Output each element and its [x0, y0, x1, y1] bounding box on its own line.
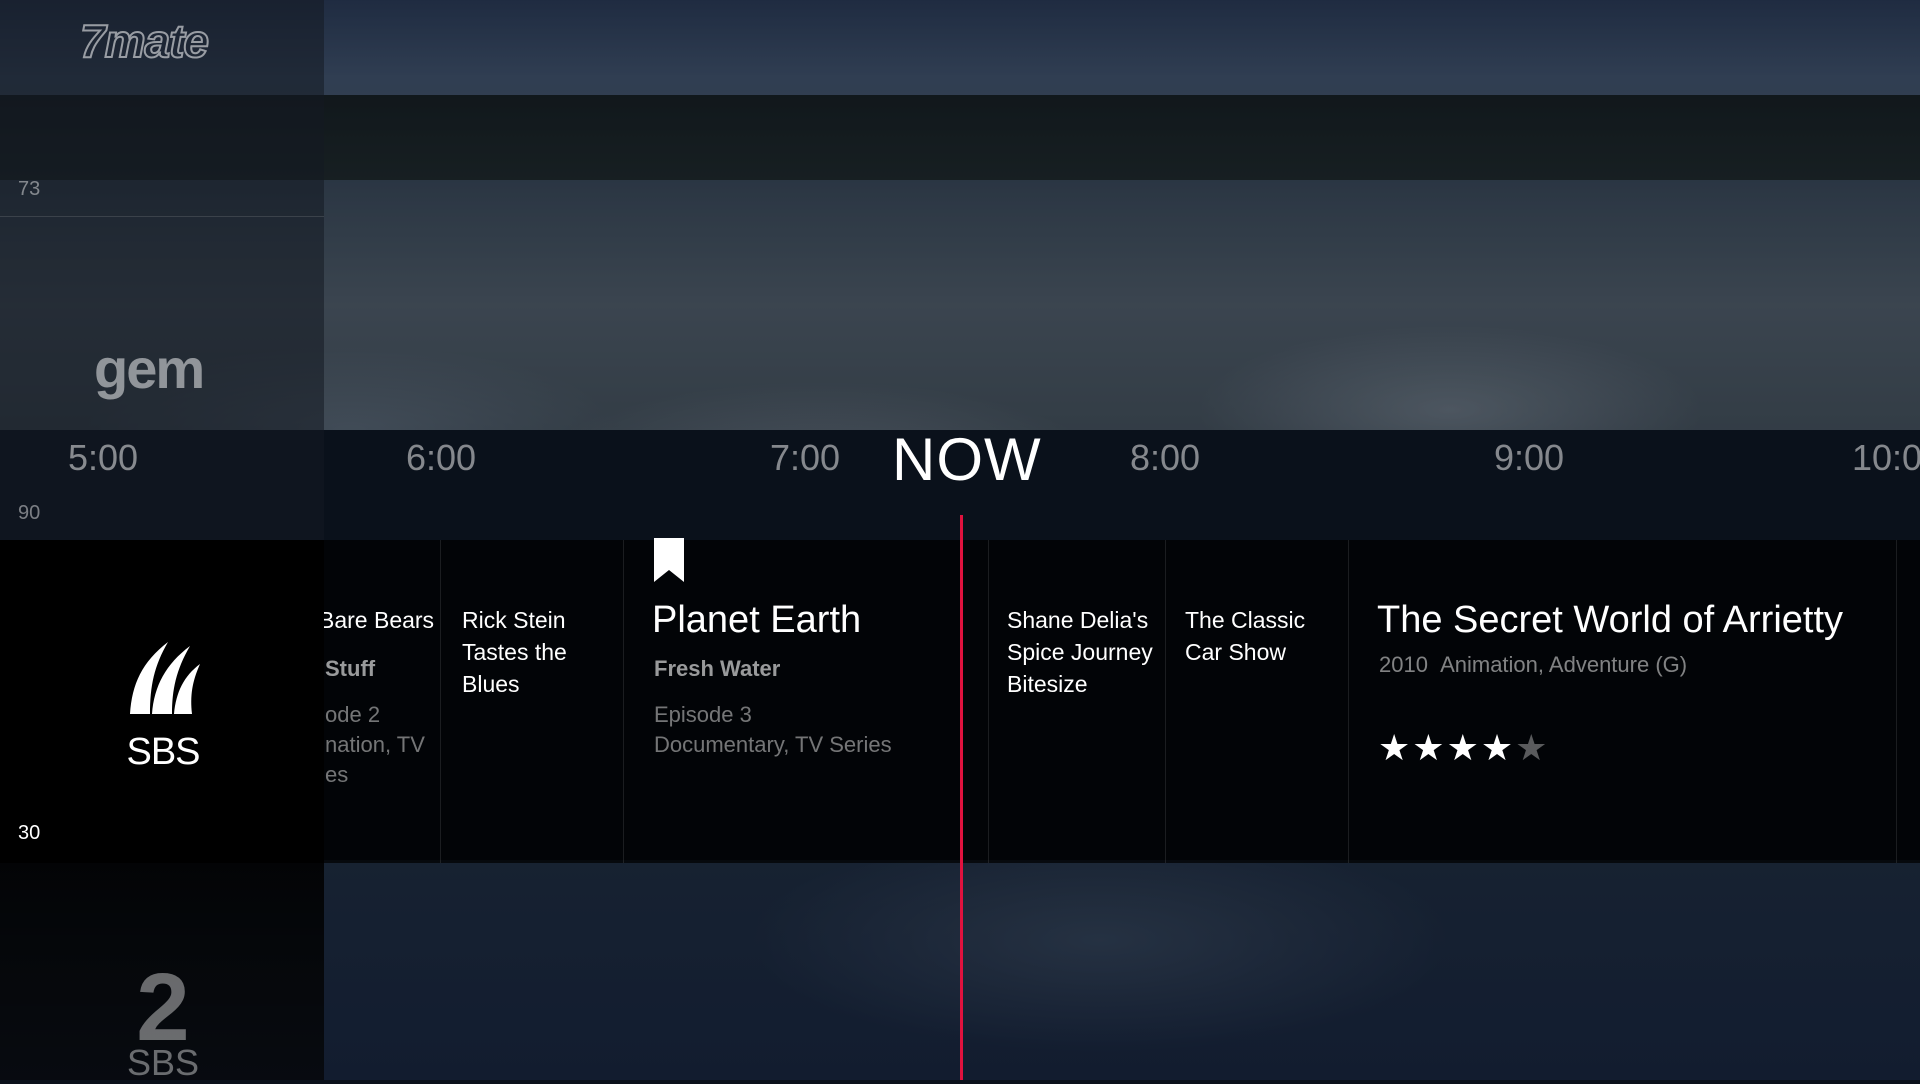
program-meta: ode 2 nation, TV es — [325, 702, 425, 787]
time-label: 8:00 — [1130, 437, 1201, 478]
program-cell-featured[interactable]: Planet Earth Fresh Water Episode 3 Docum… — [623, 540, 989, 863]
program-title: The Secret World of Arrietty — [1377, 599, 1844, 641]
star-icon: ★ — [1446, 727, 1481, 768]
program-genre: Animation, Adventure (G) — [1440, 652, 1688, 677]
channel-cell-current[interactable]: SBS 30 — [0, 540, 324, 863]
channel-logo-sbs: SBS — [120, 634, 206, 774]
program-year: 2010 — [1379, 652, 1428, 677]
program-cell[interactable]: Shane Delia's Spice Journey Bitesize — [988, 540, 1166, 863]
program-episode: Episode 3 — [654, 702, 752, 727]
program-meta: 2010 Animation, Adventure (G) — [1379, 652, 1687, 678]
sbs2-wordmark: SBS — [126, 1042, 200, 1083]
program-cell[interactable] — [1896, 540, 1920, 863]
time-label: 6:00 — [406, 437, 477, 478]
channel-number: 90 — [18, 502, 41, 524]
channel-number: 30 — [18, 822, 41, 844]
program-title: Rick Stein Tastes the Blues — [462, 607, 567, 697]
time-label: 5:00 — [68, 437, 139, 478]
sbs-logo-icon — [130, 642, 200, 714]
program-subtitle: Stuff — [325, 656, 376, 681]
channel-number: 73 — [18, 178, 41, 200]
channel-divider — [0, 216, 324, 217]
channel-logo-7mate[interactable]: 7mate — [79, 14, 210, 68]
now-label: NOW — [892, 426, 1042, 493]
program-cell[interactable]: The Classic Car Show — [1165, 540, 1349, 863]
program-title: The Classic Car Show — [1185, 607, 1306, 665]
star-icon: ★ — [1515, 727, 1550, 768]
now-indicator-line — [960, 515, 963, 1080]
program-title: Shane Delia's Spice Journey Bitesize — [1007, 607, 1153, 697]
star-icon: ★ — [1480, 727, 1516, 768]
bookmark-icon[interactable] — [654, 538, 684, 582]
channel-logo-gem[interactable]: gem — [94, 336, 205, 401]
star-icon: ★ — [1378, 727, 1413, 768]
program-title: Bare Bears — [319, 607, 435, 633]
program-genre: Documentary, TV Series — [654, 732, 892, 757]
program-cell-featured[interactable]: The Secret World of Arrietty 2010 Animat… — [1348, 540, 1897, 863]
timeline: 5:00 6:00 7:00 NOW 8:00 9:00 10:0 — [0, 425, 1920, 495]
sbs-wordmark: SBS — [126, 731, 200, 773]
time-label: 9:00 — [1494, 437, 1565, 478]
time-label: 7:00 — [770, 437, 841, 478]
channel-logo-sbs2[interactable]: 2 SBS — [118, 960, 208, 1084]
program-title: Planet Earth — [652, 599, 862, 641]
program-subtitle: Fresh Water — [654, 656, 781, 681]
time-label: 10:0 — [1852, 437, 1920, 478]
star-icon: ★ — [1412, 727, 1447, 768]
program-cell[interactable]: Rick Stein Tastes the Blues — [440, 540, 624, 863]
star-rating: ★★★★★ — [1378, 727, 1549, 769]
